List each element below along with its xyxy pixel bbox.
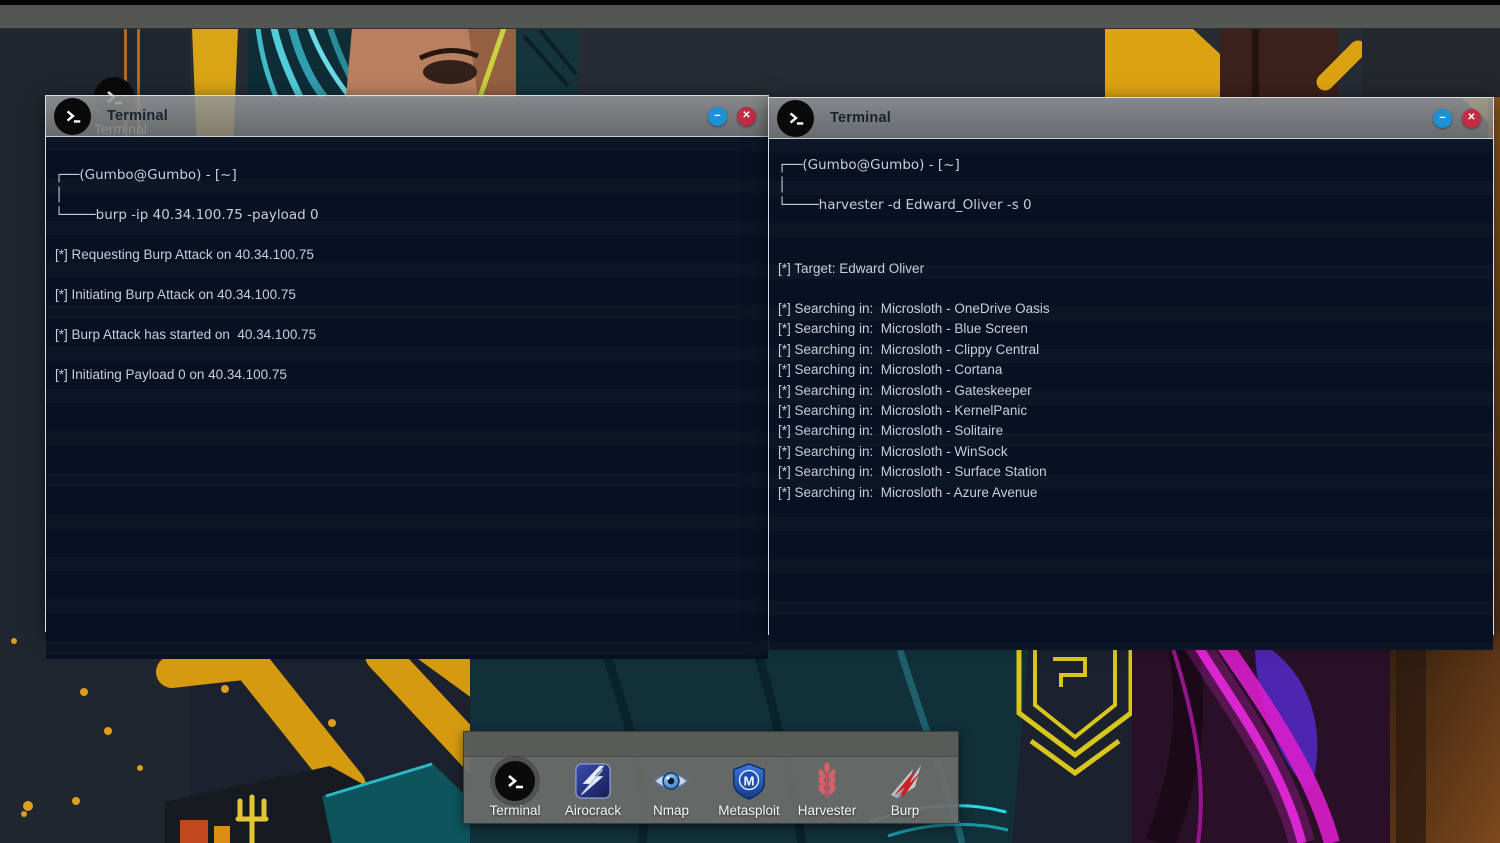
prompt-line: ┌──(Gumbo@Gumbo) - [~] xyxy=(778,155,1477,175)
dock-item-harvester[interactable]: Harvester xyxy=(788,761,866,818)
dock-item-label: Burp xyxy=(891,803,920,818)
command-line: └────harvester -d Edward_Oliver -s 0 xyxy=(778,195,1477,215)
dock-handle xyxy=(464,732,958,757)
prompt-line: ┌──(Gumbo@Gumbo) - [~] xyxy=(55,165,752,185)
minimize-button[interactable]: − xyxy=(708,107,727,126)
terminal-window-left: Terminal − ✕ ┌──(Gumbo@Gumbo) - [~] │ └─… xyxy=(45,95,769,632)
output-line: [*] Searching in: Microsloth - KernelPan… xyxy=(778,401,1477,421)
prompt-line: │ xyxy=(55,185,752,205)
dock-item-label: Harvester xyxy=(798,803,857,818)
metasploit-icon: M xyxy=(729,761,769,801)
terminal-window-right: Terminal − ✕ ┌──(Gumbo@Gumbo) - [~] │ └─… xyxy=(768,97,1494,635)
output-line: [*] Target: Edward Oliver xyxy=(778,259,1477,279)
output-line: [*] Searching in: Microsloth - OneDrive … xyxy=(778,299,1477,319)
terminal-icon xyxy=(495,761,535,801)
dock-item-label: Airocrack xyxy=(565,803,621,818)
command-line: └────burp -ip 40.34.100.75 -payload 0 xyxy=(55,205,752,225)
terminal-icon xyxy=(777,100,814,137)
metasploit-monogram: M xyxy=(743,773,754,788)
dock-item-burp[interactable]: Burp xyxy=(866,761,944,818)
output-line: [*] Searching in: Microsloth - WinSock xyxy=(778,442,1477,462)
window-titlebar[interactable]: Terminal − ✕ xyxy=(769,98,1493,139)
output-line: [*] Searching in: Microsloth - Clippy Ce… xyxy=(778,340,1477,360)
dock-item-terminal[interactable]: Terminal xyxy=(476,761,554,818)
dock-item-nmap[interactable]: Nmap xyxy=(632,761,710,818)
output-line: [*] Searching in: Microsloth - Cortana xyxy=(778,360,1477,380)
top-bar xyxy=(0,5,1500,29)
nmap-icon xyxy=(651,761,691,801)
dock-item-label: Nmap xyxy=(653,803,689,818)
prompt-line: │ xyxy=(778,175,1477,195)
close-button[interactable]: ✕ xyxy=(737,107,756,126)
dock-item-airocrack[interactable]: Airocrack xyxy=(554,761,632,818)
window-title: Terminal xyxy=(107,108,168,124)
window-title: Terminal xyxy=(830,110,891,126)
terminal-icon xyxy=(54,98,91,135)
airocrack-icon xyxy=(573,761,613,801)
minimize-button[interactable]: − xyxy=(1433,109,1452,128)
burp-icon xyxy=(885,761,925,801)
output-line: [*] Searching in: Microsloth - Solitaire xyxy=(778,421,1477,441)
terminal-output[interactable]: ┌──(Gumbo@Gumbo) - [~] │ └────harvester … xyxy=(769,139,1493,650)
desktop: Terminal Notepad Terminal − ✕ ┌──(Gumbo@… xyxy=(0,0,1500,843)
output-line: [*] Initiating Payload 0 on 40.34.100.75 xyxy=(55,365,752,385)
close-button[interactable]: ✕ xyxy=(1462,109,1481,128)
dock-item-label: Terminal xyxy=(489,803,540,818)
output-line: [*] Initiating Burp Attack on 40.34.100.… xyxy=(55,285,752,305)
output-line: [*] Searching in: Microsloth - Gateskeep… xyxy=(778,381,1477,401)
dock: Terminal Airocrack xyxy=(463,731,959,824)
dock-item-label: Metasploit xyxy=(718,803,780,818)
output-line: [*] Searching in: Microsloth - Blue Scre… xyxy=(778,319,1477,339)
output-line: [*] Searching in: Microsloth - Azure Ave… xyxy=(778,483,1477,503)
terminal-output[interactable]: ┌──(Gumbo@Gumbo) - [~] │ └────burp -ip 4… xyxy=(46,137,768,659)
window-titlebar[interactable]: Terminal − ✕ xyxy=(46,96,768,137)
output-line: [*] Requesting Burp Attack on 40.34.100.… xyxy=(55,245,752,265)
output-line: [*] Searching in: Microsloth - Surface S… xyxy=(778,462,1477,482)
output-line: [*] Burp Attack has started on 40.34.100… xyxy=(55,325,752,345)
dock-item-metasploit[interactable]: M Metasploit xyxy=(710,761,788,818)
harvester-icon xyxy=(807,761,847,801)
